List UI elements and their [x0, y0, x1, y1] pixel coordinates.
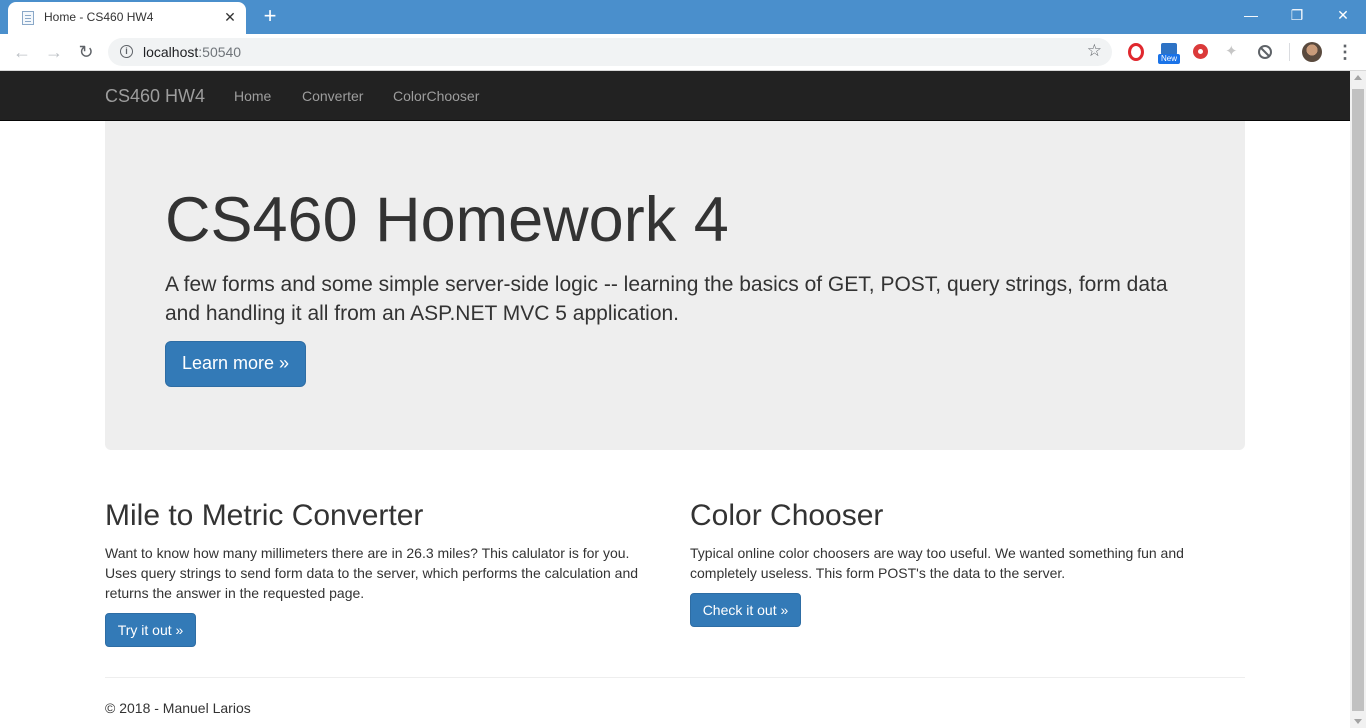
browser-tab[interactable]: Home - CS460 HW4 ✕ [8, 2, 246, 34]
scroll-down-arrow-icon[interactable] [1354, 719, 1362, 724]
jumbotron: CS460 Homework 4 A few forms and some si… [105, 121, 1245, 450]
converter-description: Want to know how many millimeters there … [105, 545, 639, 601]
nav-link-converter[interactable]: Converter [302, 88, 363, 104]
color-chooser-heading: Color Chooser [690, 499, 884, 532]
puzzle-extension-icon[interactable]: ✦ [1225, 43, 1243, 61]
page-title: CS460 Homework 4 [165, 185, 729, 255]
toolbar-divider [1289, 43, 1290, 61]
nav-link-home[interactable]: Home [234, 88, 271, 104]
tab-title: Home - CS460 HW4 [44, 10, 154, 24]
site-navbar: CS460 HW4 Home Converter ColorChooser [0, 71, 1350, 121]
close-window-button[interactable]: ✕ [1320, 0, 1366, 30]
block-extension-icon[interactable] [1258, 45, 1272, 59]
footer-divider [105, 677, 1245, 678]
address-bar[interactable]: i localhost:50540 ☆ [108, 38, 1112, 66]
page-scrollbar[interactable] [1350, 71, 1366, 728]
bookmark-star-icon[interactable]: ☆ [1087, 41, 1102, 61]
site-info-icon[interactable]: i [120, 45, 133, 58]
nav-link-colorchooser[interactable]: ColorChooser [393, 88, 479, 104]
extension-new-badge: New [1158, 54, 1180, 64]
converter-heading: Mile to Metric Converter [105, 499, 424, 532]
learn-more-button[interactable]: Learn more » [165, 341, 306, 387]
url-text[interactable]: localhost:50540 [143, 44, 241, 60]
footer-text: © 2018 - Manuel Larios [105, 700, 251, 716]
try-it-out-button[interactable]: Try it out » [105, 613, 196, 647]
page-favicon-icon [22, 11, 34, 25]
new-extension-icon[interactable]: New [1158, 43, 1180, 65]
new-tab-button[interactable]: + [259, 4, 281, 28]
check-it-out-button[interactable]: Check it out » [690, 593, 801, 627]
color-chooser-description: Typical online color choosers are way to… [690, 545, 1184, 581]
restore-button[interactable]: ❐ [1274, 0, 1320, 30]
url-host: localhost [143, 44, 199, 60]
minimize-button[interactable]: — [1228, 0, 1274, 30]
scroll-up-arrow-icon[interactable] [1354, 75, 1362, 80]
navbar-brand[interactable]: CS460 HW4 [105, 86, 205, 107]
forward-button[interactable]: → [42, 40, 66, 64]
browser-toolbar: ← → ↻ i localhost:50540 ☆ New ✦ ⋮ [0, 34, 1366, 71]
lead-paragraph: A few forms and some simple server-side … [165, 273, 1168, 325]
opera-extension-icon[interactable] [1128, 43, 1144, 61]
tab-close-icon[interactable]: ✕ [222, 8, 238, 26]
browser-menu-icon[interactable]: ⋮ [1336, 41, 1354, 63]
profile-avatar[interactable] [1302, 42, 1322, 62]
page-viewport: CS460 HW4 Home Converter ColorChooser CS… [0, 71, 1350, 728]
url-port: :50540 [198, 44, 242, 60]
scroll-thumb[interactable] [1352, 89, 1364, 711]
reload-button[interactable]: ↻ [74, 40, 98, 64]
back-button[interactable]: ← [10, 40, 34, 64]
record-extension-icon[interactable] [1193, 44, 1208, 59]
browser-tab-bar: Home - CS460 HW4 ✕ + — ❐ ✕ [0, 0, 1366, 34]
